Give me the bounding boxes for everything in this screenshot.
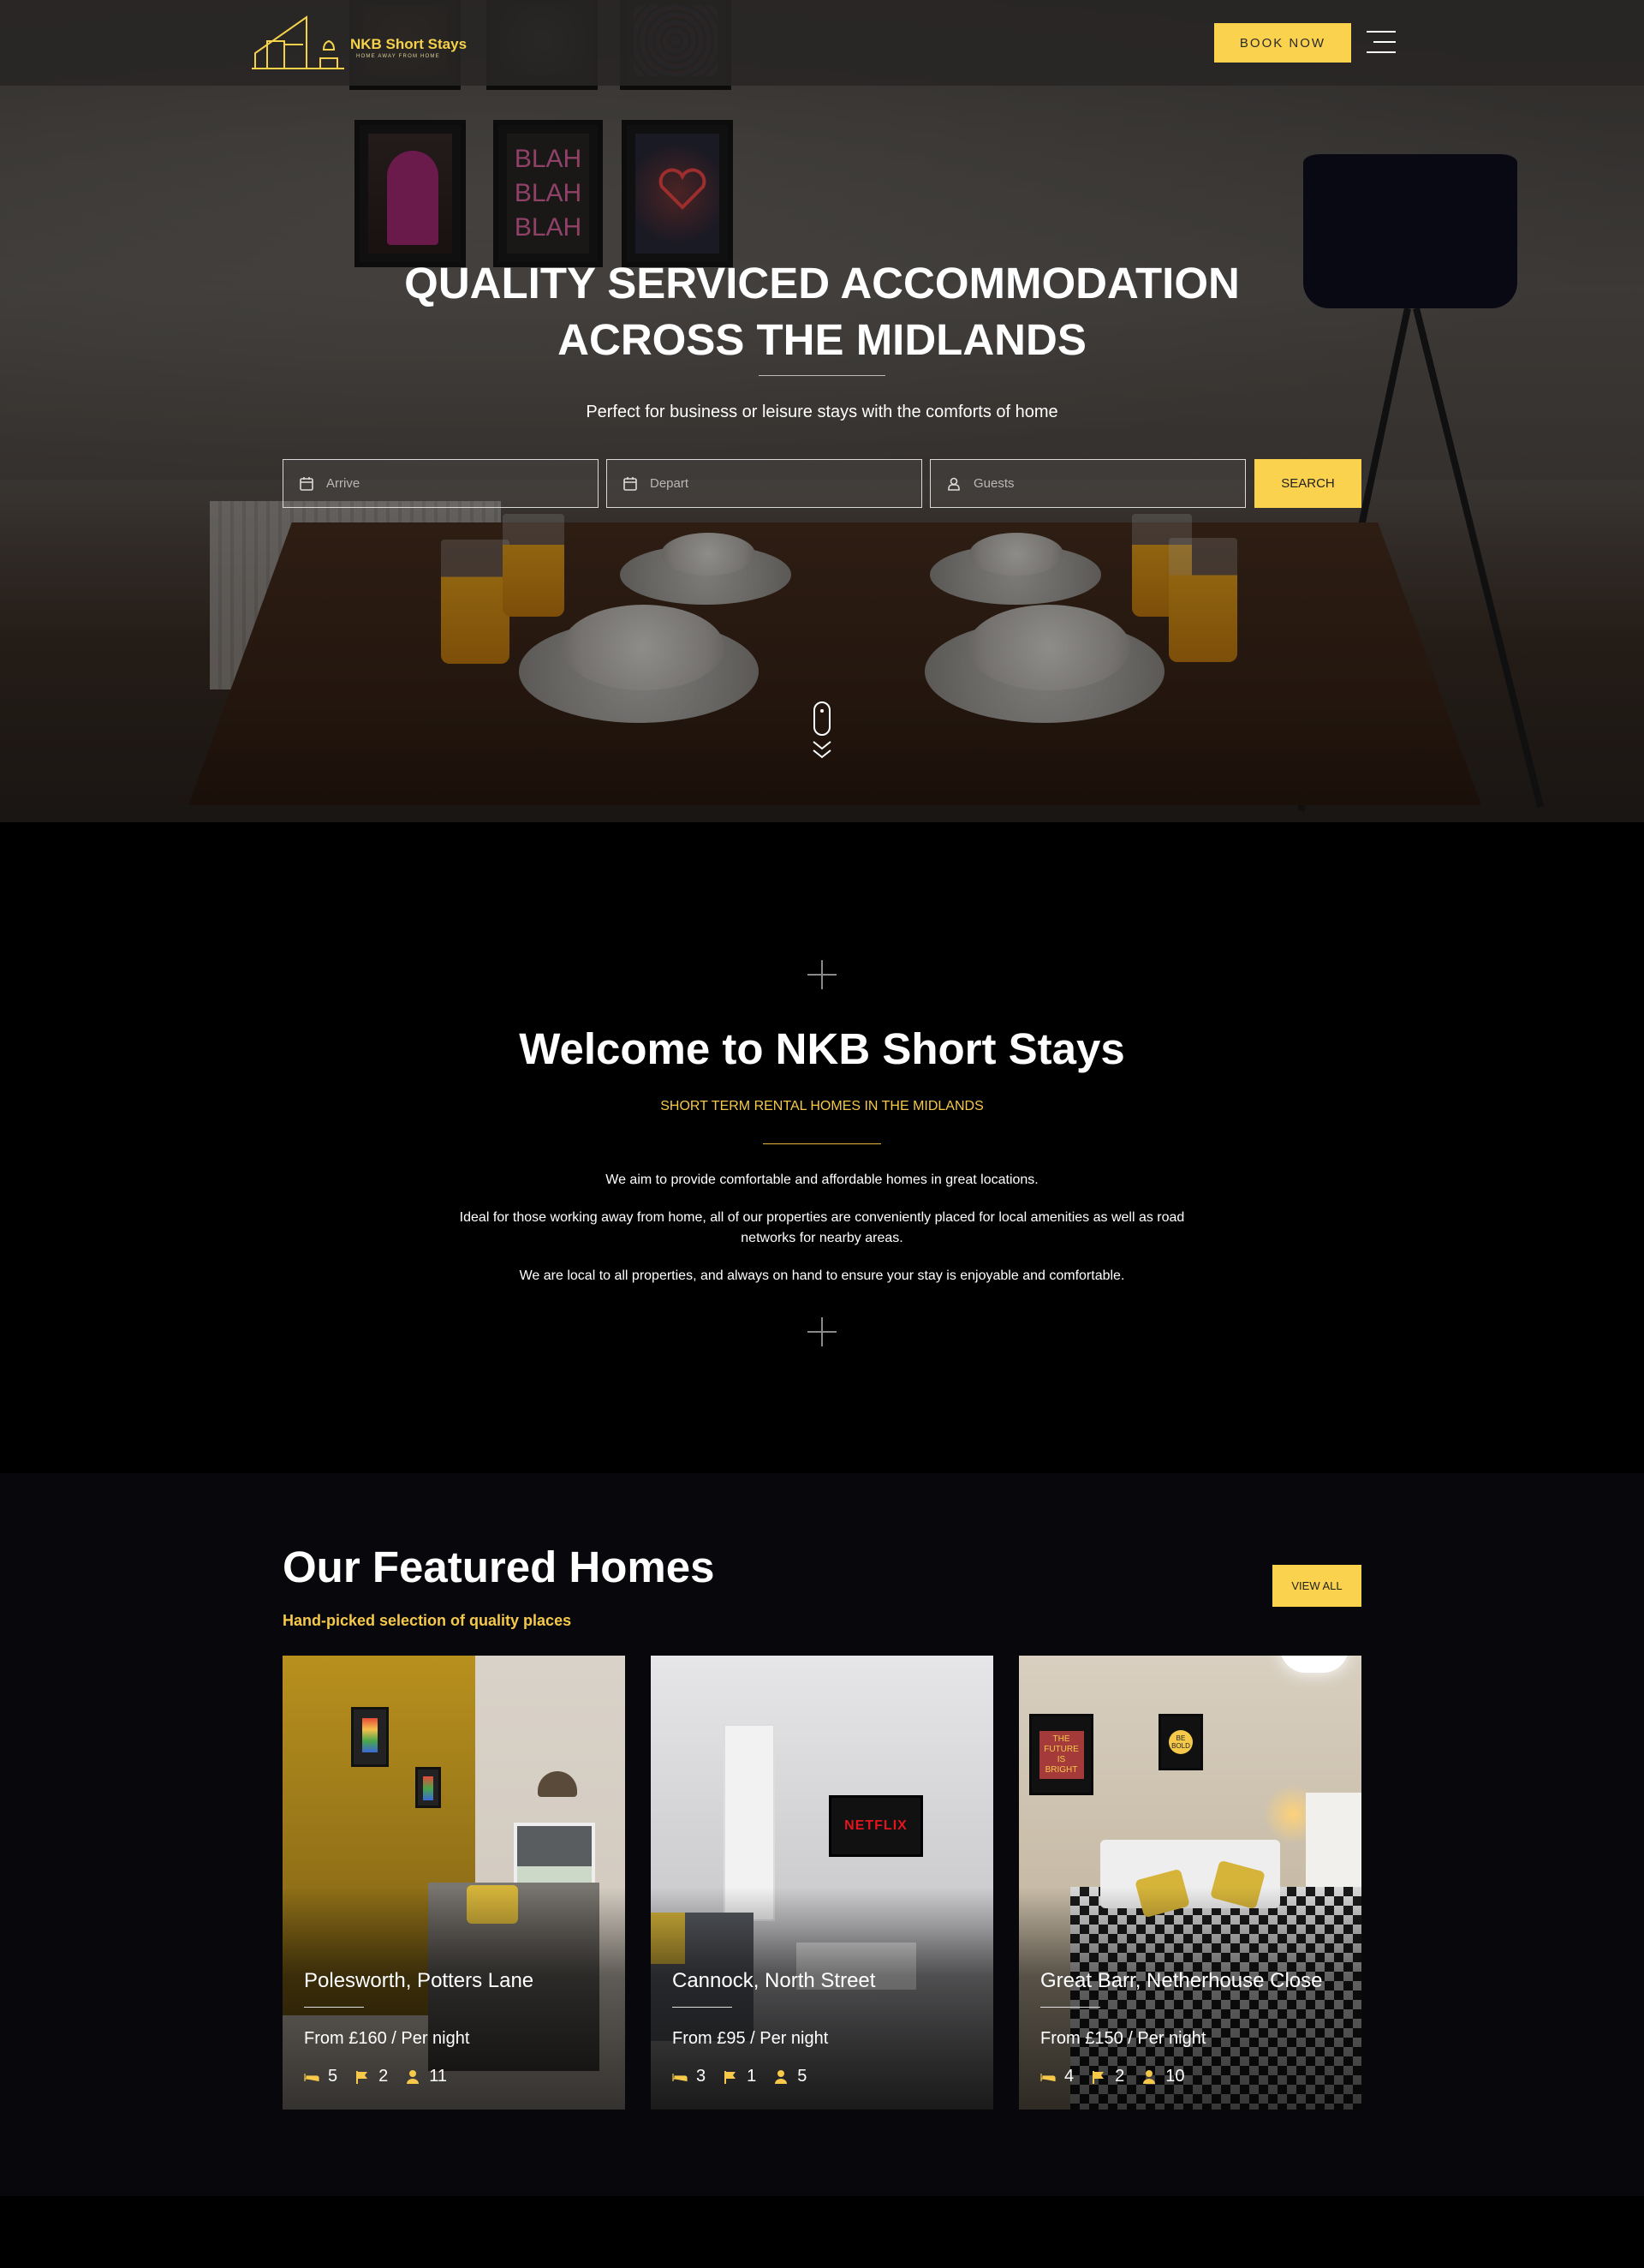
tv-text: NETFLIX (844, 1818, 908, 1833)
book-now-button[interactable]: BOOK NOW (1214, 23, 1351, 63)
welcome-divider (763, 1143, 881, 1144)
welcome-paragraph: Ideal for those working away from home, … (459, 1210, 1185, 1245)
guests-icon (407, 2069, 420, 2084)
plus-icon (807, 1317, 837, 1346)
arrive-input[interactable] (326, 476, 583, 491)
wall-art (351, 1707, 389, 1767)
user-icon (948, 477, 960, 491)
poster-text: THE FUTURE IS BRIGHT (1039, 1730, 1084, 1779)
top-navigation-bar: NKB Short Stays HOME AWAY FROM HOME BOOK… (0, 0, 1644, 86)
home-price: From £95 / Per night (672, 2029, 829, 2048)
featured-homes-section: Our Featured Homes Hand-picked selection… (0, 1473, 1644, 2196)
house-logo-icon (252, 15, 344, 69)
home-card[interactable]: NETFLIX Cannock, North Street From £95 /… (651, 1656, 993, 2110)
poster-text: BE BOLD (1169, 1730, 1193, 1754)
featured-subtitle: Hand-picked selection of quality places (283, 1612, 572, 1629)
calendar-icon (623, 476, 637, 491)
logo-tagline: HOME AWAY FROM HOME (356, 54, 440, 59)
home-stats: 5 2 11 (304, 2067, 464, 2086)
card-divider (672, 2007, 732, 2008)
calendar-icon (300, 476, 313, 491)
beds-count: 4 (1064, 2067, 1075, 2086)
tv: NETFLIX (829, 1795, 923, 1857)
guests-count: 10 (1165, 2067, 1185, 2086)
guests-count: 11 (429, 2067, 448, 2086)
bed-icon (672, 2073, 688, 2081)
welcome-subtitle: SHORT TERM RENTAL HOMES IN THE MIDLANDS (660, 1099, 984, 1113)
bed-icon (1040, 2073, 1056, 2081)
welcome-paragraph: We are local to all properties, and alwa… (519, 1268, 1125, 1283)
drawers (1306, 1793, 1361, 1887)
card-divider (1040, 2007, 1100, 2008)
wall-art (415, 1767, 441, 1808)
ceiling-light (1280, 1656, 1349, 1673)
hamburger-menu-icon[interactable] (1367, 31, 1396, 53)
plus-icon (807, 960, 837, 989)
bath-icon (1093, 2070, 1105, 2084)
depart-field[interactable] (606, 459, 922, 508)
guests-input[interactable] (974, 476, 1230, 491)
baths-count: 2 (378, 2067, 389, 2086)
hero-subtitle: Perfect for business or leisure stays wi… (586, 403, 1058, 421)
home-name: Great Barr, Netherhouse Close (1040, 1969, 1323, 1992)
hero-title: QUALITY SERVICED ACCOMMODATION ACROSS TH… (0, 255, 1644, 368)
beds-count: 5 (328, 2067, 338, 2086)
beds-count: 3 (696, 2067, 706, 2086)
hero-section: BLAH BLAH BLAH NKB Short Stays HOME AWAY… (0, 0, 1644, 822)
hero-title-line-1: QUALITY SERVICED ACCOMMODATION (404, 259, 1240, 307)
view-all-button[interactable]: VIEW ALL (1272, 1565, 1361, 1607)
logo-title: NKB Short Stays (350, 36, 468, 52)
home-price: From £150 / Per night (1040, 2029, 1206, 2048)
guests-field[interactable] (930, 459, 1246, 508)
home-price: From £160 / Per night (304, 2029, 470, 2048)
guests-icon (1143, 2069, 1156, 2084)
site-logo[interactable]: NKB Short Stays HOME AWAY FROM HOME (250, 15, 468, 70)
poster-frame: BE BOLD (1159, 1714, 1203, 1770)
bed-icon (304, 2073, 319, 2081)
welcome-section: Welcome to NKB Short Stays SHORT TERM RE… (0, 822, 1644, 1473)
bath-icon (356, 2070, 368, 2084)
welcome-paragraph: We aim to provide comfortable and afford… (605, 1173, 1039, 1187)
home-stats: 4 2 10 (1040, 2067, 1202, 2086)
home-name: Cannock, North Street (672, 1969, 876, 1992)
baths-count: 2 (1115, 2067, 1125, 2086)
featured-title: Our Featured Homes (283, 1543, 715, 1591)
pendant-light (538, 1771, 577, 1797)
poster-frame: THE FUTURE IS BRIGHT (1029, 1714, 1093, 1795)
home-card[interactable]: THE FUTURE IS BRIGHT BE BOLD Great Barr,… (1019, 1656, 1361, 2110)
scroll-down-icon[interactable] (810, 701, 834, 762)
hero-divider (759, 375, 885, 376)
guests-count: 5 (797, 2067, 807, 2086)
footer-strip (0, 2196, 1644, 2268)
search-button[interactable]: SEARCH (1254, 459, 1361, 508)
hero-title-line-2: ACROSS THE MIDLANDS (557, 315, 1087, 364)
home-card[interactable]: Polesworth, Potters Lane From £160 / Per… (283, 1656, 625, 2110)
baths-count: 1 (747, 2067, 757, 2086)
depart-input[interactable] (650, 476, 907, 491)
home-name: Polesworth, Potters Lane (304, 1969, 534, 1992)
arrive-field[interactable] (283, 459, 599, 508)
welcome-title: Welcome to NKB Short Stays (519, 1024, 1125, 1073)
card-divider (304, 2007, 364, 2008)
bath-icon (724, 2070, 736, 2084)
home-stats: 3 1 5 (672, 2067, 824, 2086)
guests-icon (775, 2069, 788, 2084)
